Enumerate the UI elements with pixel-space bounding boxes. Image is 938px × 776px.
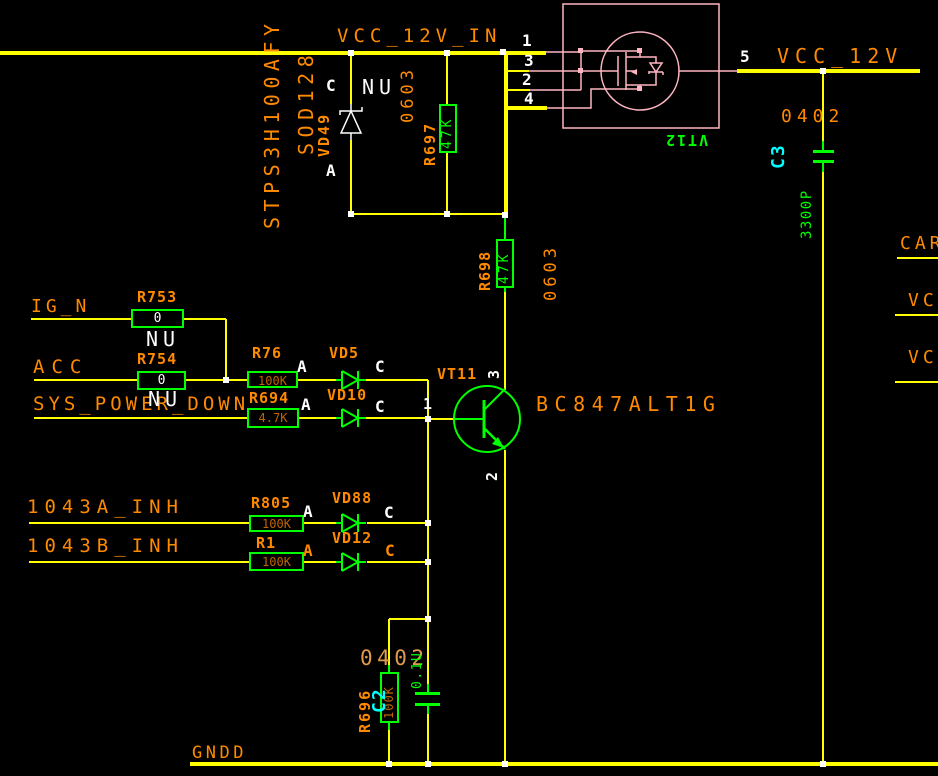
r76-value: 100K: [248, 375, 297, 387]
vd10-anode-marker: A: [301, 397, 311, 413]
net-label-vc-lower[interactable]: VC: [908, 349, 938, 367]
vd10-cathode-marker: C: [375, 399, 385, 415]
vt12-designator[interactable]: VT12: [664, 132, 708, 147]
r697-package: 0603: [400, 39, 417, 123]
vt11-symbol: [454, 386, 520, 452]
r1-value: 100K: [250, 556, 303, 568]
c2-designator[interactable]: C2: [371, 675, 389, 713]
r1-designator[interactable]: R1: [256, 536, 276, 551]
vd12-symbol: [336, 553, 366, 571]
net-label-acc[interactable]: ACC: [33, 358, 88, 377]
vt12-pin5-number: 5: [740, 49, 750, 65]
r697-designator[interactable]: R697: [423, 104, 438, 166]
net-label-vcc-12v-in[interactable]: VCC_12V_IN: [337, 27, 501, 46]
vt11-pin2-number: 2: [485, 457, 500, 481]
vt12-pin4-number: 4: [524, 91, 534, 107]
vd49-part-number[interactable]: STPS3H100AFY: [262, 5, 282, 229]
c3-package: 0402: [781, 108, 844, 126]
r754-designator[interactable]: R754: [137, 352, 177, 367]
r694-value: 4.7K: [248, 412, 298, 424]
vd12-designator[interactable]: VD12: [332, 531, 372, 546]
vd12-anode-marker: A: [303, 543, 313, 559]
c3-designator[interactable]: C3: [770, 137, 788, 169]
vd49-cathode-marker: C: [326, 78, 336, 94]
net-label-gnd[interactable]: GNDD: [192, 745, 247, 762]
r754-value: 0: [138, 374, 185, 387]
vd49-designator[interactable]: VD49: [317, 97, 332, 157]
r697-value: 47K: [441, 107, 454, 149]
vd49-anode-marker: A: [326, 163, 336, 179]
vd88-cathode-marker: C: [384, 505, 394, 521]
net-label-sys-power-down[interactable]: SYS_POWER_DOWN: [33, 395, 249, 414]
vd88-anode-marker: A: [303, 504, 313, 520]
vd49-package[interactable]: SOD128: [296, 43, 316, 155]
c3-value: 3300P: [800, 167, 814, 239]
net-label-1043a-inh[interactable]: 1043A_INH: [27, 498, 184, 517]
vd10-symbol: [336, 409, 366, 427]
c3-symbol: [813, 141, 834, 172]
vt12-mosfet-symbol[interactable]: [529, 4, 738, 128]
vd5-cathode-marker: C: [375, 359, 385, 375]
vt12-pin1-number: 1: [522, 33, 532, 49]
r805-designator[interactable]: R805: [251, 496, 291, 511]
net-label-vcc-12v[interactable]: VCC_12V: [777, 46, 903, 66]
r698-package: 0603: [543, 227, 560, 301]
vd49-diode-symbol[interactable]: [340, 104, 362, 140]
vd88-designator[interactable]: VD88: [332, 491, 372, 506]
r805-value: 100K: [250, 518, 303, 530]
r698-designator[interactable]: R698: [478, 241, 493, 291]
vt12-pin2-number: 2: [522, 72, 532, 88]
r754-nu-flag: NU: [148, 389, 182, 409]
r753-nu-flag: NU: [146, 329, 180, 349]
vt11-designator[interactable]: VT11: [437, 367, 477, 382]
net-label-1043b-inh[interactable]: 1043B_INH: [27, 537, 184, 556]
vd49-nu-flag: NU: [362, 77, 396, 97]
vt11-pin1-number: 1: [423, 397, 432, 412]
vd5-anode-marker: A: [297, 359, 307, 375]
schematic-canvas[interactable]: VCC_12V_IN VCC_12V GNDD IG_N ACC SYS_POW…: [0, 0, 938, 776]
r698-value: 47K: [498, 242, 511, 284]
vt12-pin3-number: 3: [524, 53, 534, 69]
net-label-ig-n[interactable]: IG_N: [31, 298, 90, 316]
vd12-cathode-marker: C: [385, 543, 395, 559]
net-label-vc-upper[interactable]: VC: [908, 292, 938, 310]
r76-designator[interactable]: R76: [252, 346, 282, 361]
vd5-designator[interactable]: VD5: [329, 346, 359, 361]
vt11-pin3-number: 3: [487, 357, 502, 379]
net-label-car[interactable]: CAR: [900, 235, 938, 253]
c2-value: 0.1U: [411, 633, 424, 689]
r753-value: 0: [132, 312, 183, 325]
r753-designator[interactable]: R753: [137, 290, 177, 305]
junction-dots: [223, 49, 826, 767]
r694-designator[interactable]: R694: [249, 391, 289, 406]
vd10-designator[interactable]: VD10: [327, 388, 367, 403]
vt11-part-number[interactable]: BC847ALT1G: [536, 394, 721, 414]
